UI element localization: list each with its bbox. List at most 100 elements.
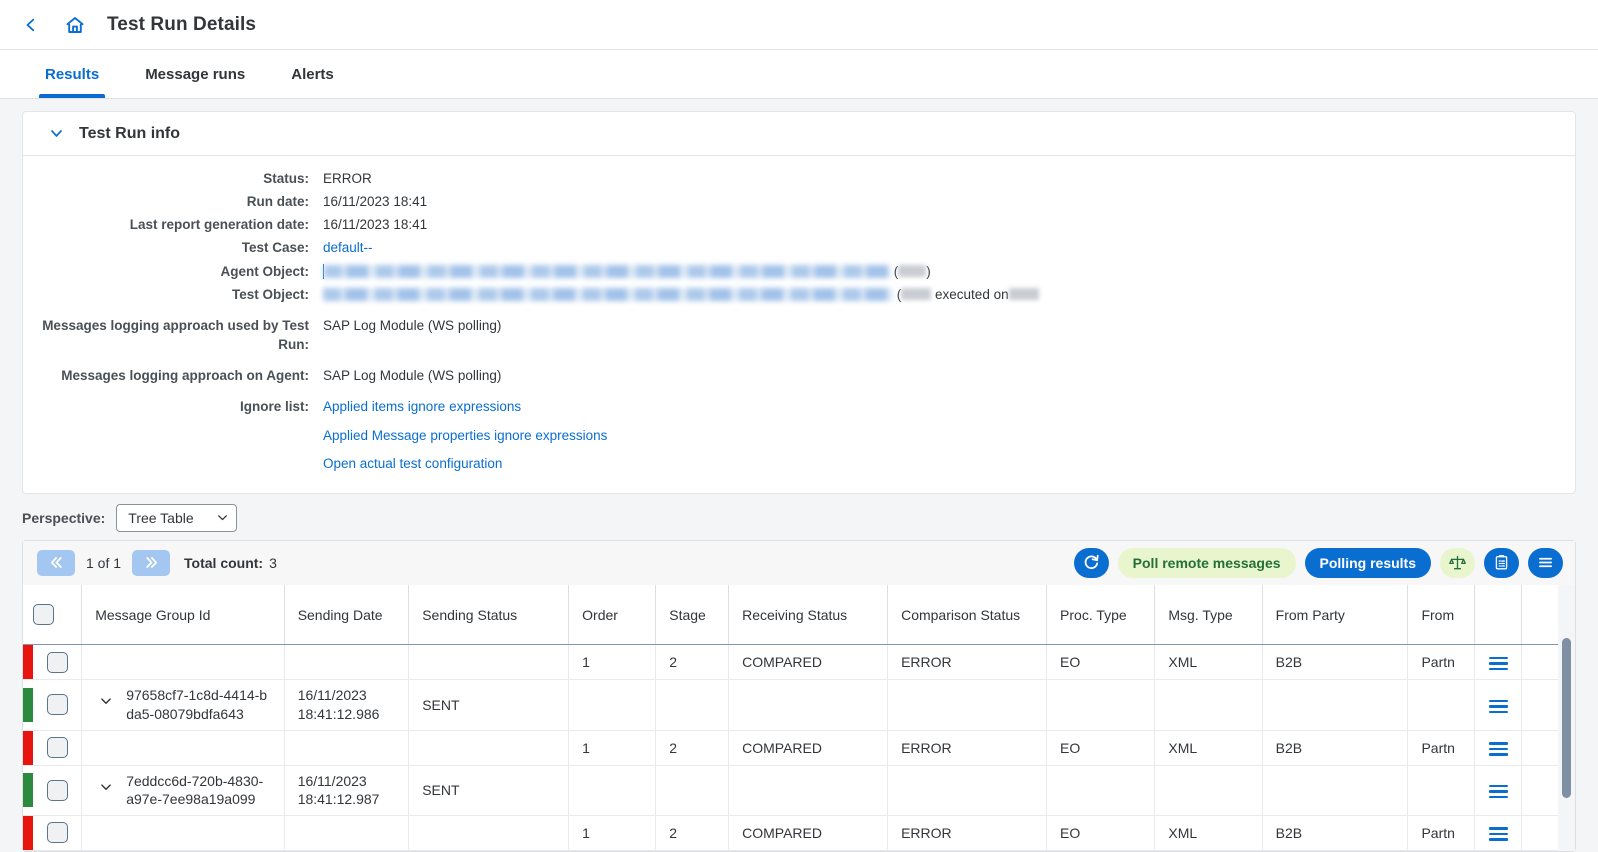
perspective-row: Perspective: Tree Table xyxy=(22,494,1576,540)
col-order[interactable]: Order xyxy=(568,584,657,646)
row-status-stripe xyxy=(23,765,34,816)
run-date-label: Run date: xyxy=(246,194,309,210)
col-message-group-id[interactable]: Message Group Id xyxy=(81,584,285,646)
polling-results-button[interactable]: Polling results xyxy=(1304,547,1431,578)
cell-row-actions[interactable] xyxy=(1474,679,1522,731)
table-header: Message Group Id Sending Date Sending St… xyxy=(23,584,1568,646)
agent-object-id-redacted xyxy=(898,265,927,278)
select-all-checkbox[interactable] xyxy=(33,604,55,626)
hamburger-menu-icon[interactable] xyxy=(1488,784,1508,799)
logging-used-value: SAP Log Module (WS polling) xyxy=(323,317,502,333)
cell-order: 1 xyxy=(568,730,657,766)
cell-proc-type: EO xyxy=(1046,644,1156,681)
row-checkbox[interactable] xyxy=(46,779,68,801)
table-row[interactable]: 7eddcc6d-720b-4830-a97e-7ee98a19a099 16/1… xyxy=(23,765,1568,816)
field-logging-used-by-test-run: Messages logging approach used by Test R… xyxy=(23,314,1575,354)
table-row[interactable]: 1 2 COMPARED ERROR EO XML B2B Partn xyxy=(23,644,1568,681)
vertical-scrollbar-thumb[interactable] xyxy=(1562,637,1571,798)
row-expand-toggle[interactable] xyxy=(95,772,117,793)
row-expand-toggle[interactable] xyxy=(95,686,117,707)
cell-receiving-status xyxy=(728,679,889,731)
cell-receiving-status xyxy=(728,765,889,816)
select-all-header xyxy=(33,584,83,646)
col-msg-type[interactable]: Msg. Type xyxy=(1154,584,1263,646)
table-row[interactable]: 1 2 COMPARED ERROR EO XML B2B Partn xyxy=(23,730,1568,766)
col-from-party[interactable]: From Party xyxy=(1262,584,1409,646)
row-status-stripe xyxy=(23,679,34,731)
col-stage[interactable]: Stage xyxy=(655,584,730,646)
open-actual-test-configuration-link[interactable]: Open actual test configuration xyxy=(323,456,502,471)
cell-from-party xyxy=(1262,679,1409,731)
row-checkbox[interactable] xyxy=(46,737,68,759)
test-case-link[interactable]: default-- xyxy=(323,240,373,255)
col-from[interactable]: From xyxy=(1407,584,1476,646)
table-row[interactable]: 97658cf7-1c8d-4414-bda5-08079bdfa643 16/1… xyxy=(23,679,1568,731)
double-chevron-right-icon xyxy=(145,557,157,569)
cell-proc-type xyxy=(1046,765,1156,816)
row-checkbox[interactable] xyxy=(46,651,68,673)
home-icon xyxy=(66,16,84,33)
home-button[interactable] xyxy=(60,10,90,40)
row-status-stripe xyxy=(23,644,34,681)
col-comparison-status[interactable]: Comparison Status xyxy=(887,584,1048,646)
hamburger-menu-icon[interactable] xyxy=(1488,827,1508,841)
cell-receiving-status: COMPARED xyxy=(728,644,889,681)
collapse-toggle[interactable] xyxy=(45,123,67,145)
tab-message-runs[interactable]: Message runs xyxy=(122,50,268,98)
compare-button[interactable] xyxy=(1440,547,1475,578)
cell-message-group-id xyxy=(81,730,285,766)
field-test-case: Test Case: default-- xyxy=(23,236,1575,257)
tab-alerts[interactable]: Alerts xyxy=(268,50,357,98)
poll-remote-messages-button[interactable]: Poll remote messages xyxy=(1117,547,1296,578)
row-checkbox[interactable] xyxy=(46,822,68,844)
cell-proc-type: EO xyxy=(1046,730,1156,766)
cell-message-group-id: 7eddcc6d-720b-4830-a97e-7ee98a19a099 xyxy=(81,765,285,816)
test-run-info-header[interactable]: Test Run info xyxy=(23,112,1575,156)
table-row[interactable]: 1 2 COMPARED ERROR EO XML B2B Partn xyxy=(23,815,1568,851)
back-button[interactable] xyxy=(18,12,44,38)
total-count-value: 3 xyxy=(269,554,277,571)
field-run-date: Run date: 16/11/2023 18:41 xyxy=(23,190,1575,211)
chevron-down-icon xyxy=(217,512,228,523)
cell-comparison-status xyxy=(887,679,1048,731)
cell-row-actions[interactable] xyxy=(1474,765,1522,816)
perspective-label: Perspective: xyxy=(22,509,106,526)
row-select-cell[interactable] xyxy=(33,679,83,731)
report-button[interactable] xyxy=(1484,547,1519,578)
col-sending-status[interactable]: Sending Status xyxy=(408,584,570,646)
tab-results[interactable]: Results xyxy=(22,50,122,98)
cell-stage xyxy=(655,679,730,731)
hamburger-menu-icon[interactable] xyxy=(1488,742,1508,756)
col-proc-type[interactable]: Proc. Type xyxy=(1046,584,1156,646)
page-indicator: 1 of 1 xyxy=(86,554,122,571)
row-select-cell[interactable] xyxy=(33,644,83,681)
shell-header: Test Run Details xyxy=(0,0,1598,50)
perspective-select[interactable]: Tree Table xyxy=(116,503,238,532)
cell-row-actions[interactable] xyxy=(1474,730,1522,766)
col-sending-date[interactable]: Sending Date xyxy=(284,584,410,646)
col-receiving-status[interactable]: Receiving Status xyxy=(728,584,889,646)
cell-msg-type xyxy=(1154,765,1263,816)
row-select-cell[interactable] xyxy=(33,765,83,816)
cell-row-actions[interactable] xyxy=(1474,815,1522,851)
ignore-link-items[interactable]: Applied items ignore expressions xyxy=(323,399,521,414)
previous-page-button[interactable] xyxy=(37,549,75,576)
row-select-cell[interactable] xyxy=(33,815,83,851)
row-status-stripe xyxy=(23,815,34,851)
toolbar-actions: Poll remote messages Polling results xyxy=(1073,547,1563,578)
next-page-button[interactable] xyxy=(132,549,171,576)
table-body: 1 2 COMPARED ERROR EO XML B2B Partn 97658cf7-1c8… xyxy=(23,644,1568,851)
row-status-stripe xyxy=(23,730,34,766)
hamburger-menu-icon[interactable] xyxy=(1488,656,1508,671)
cell-order: 1 xyxy=(568,644,657,681)
table-settings-menu-button[interactable] xyxy=(1528,547,1563,578)
status-stripe-header xyxy=(23,584,34,646)
cell-row-actions[interactable] xyxy=(1474,644,1522,681)
ignore-link-message-properties[interactable]: Applied Message properties ignore expres… xyxy=(323,428,607,443)
hamburger-menu-icon[interactable] xyxy=(1488,699,1508,713)
cell-order: 1 xyxy=(568,815,657,851)
row-checkbox[interactable] xyxy=(46,694,68,716)
refresh-button[interactable] xyxy=(1073,547,1109,578)
row-select-cell[interactable] xyxy=(33,730,83,766)
cell-receiving-status: COMPARED xyxy=(728,815,889,851)
